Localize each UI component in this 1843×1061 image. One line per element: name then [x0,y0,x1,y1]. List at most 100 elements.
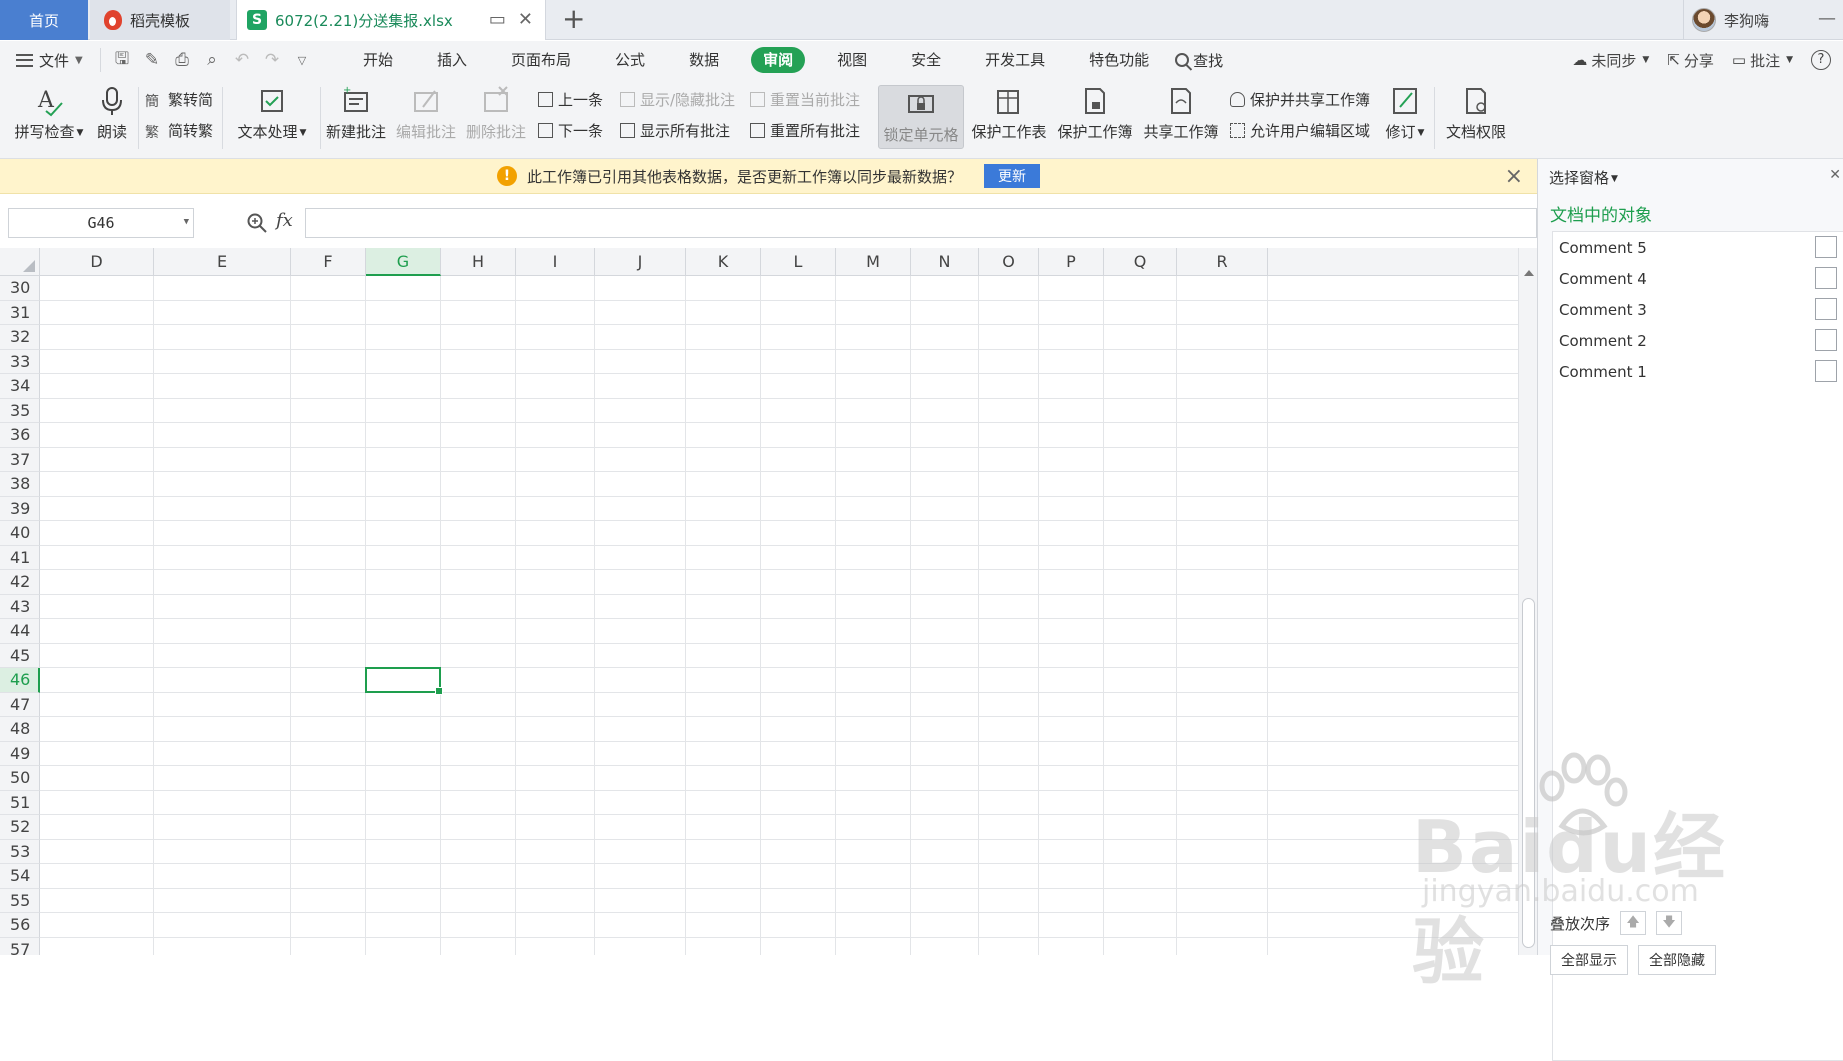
bring-forward-icon[interactable]: 🡅 [1620,911,1647,935]
active-cell[interactable] [365,667,443,694]
visibility-checkbox[interactable] [1815,360,1837,382]
tab-data[interactable]: 数据 [667,47,741,73]
reset-current-comment-button[interactable]: 重置当前批注 [750,89,860,110]
new-comment-button[interactable]: + 新建批注 [326,79,386,142]
row-header-37[interactable]: 37 [0,447,40,472]
column-header-p[interactable]: P [1039,248,1104,276]
row-header-54[interactable]: 54 [0,864,40,889]
column-header-q[interactable]: Q [1104,248,1177,276]
list-item[interactable]: Comment 2 [1553,325,1843,356]
send-backward-icon[interactable]: 🡇 [1656,911,1683,935]
spell-check-button[interactable]: A 拼写检查 ▼ [10,79,88,142]
allow-edit-ranges-button[interactable]: 允许用户编辑区域 [1230,120,1370,141]
row-header-55[interactable]: 55 [0,888,40,913]
simp-to-trad-button[interactable]: 繁简转繁 [145,120,213,141]
row-header-43[interactable]: 43 [0,594,40,619]
column-header-n[interactable]: N [911,248,979,276]
visibility-checkbox[interactable] [1815,298,1837,320]
read-aloud-button[interactable]: 朗读 [92,79,132,142]
undo-icon[interactable]: ↶ [233,50,251,70]
tab-developer[interactable]: 开发工具 [963,47,1067,73]
row-header-52[interactable]: 52 [0,815,40,840]
file-menu[interactable]: 文件 ▼ [0,50,100,71]
row-header-50[interactable]: 50 [0,766,40,791]
row-header-36[interactable]: 36 [0,423,40,448]
document-rights-button[interactable]: 文档权限 [1442,79,1510,142]
print-icon[interactable]: ⎙ [173,50,191,70]
row-header-41[interactable]: 41 [0,545,40,570]
pane-close-icon[interactable]: ✕ [1829,167,1841,183]
column-header-m[interactable]: M [836,248,911,276]
edit-comment-button[interactable]: 编辑批注 [396,79,456,142]
tab-page-layout[interactable]: 页面布局 [489,47,593,73]
lock-cell-button[interactable]: 锁定单元格 [878,85,964,149]
minimize-icon[interactable]: — [1818,8,1836,29]
tab-template[interactable]: 稻壳模板 [90,0,230,40]
update-button[interactable]: 更新 [984,164,1040,188]
row-header-56[interactable]: 56 [0,913,40,938]
column-header-h[interactable]: H [441,248,516,276]
tab-formulas[interactable]: 公式 [593,47,667,73]
row-header-39[interactable]: 39 [0,496,40,521]
vertical-scrollbar[interactable] [1518,248,1537,955]
show-all-comments-button[interactable]: 显示所有批注 [620,120,730,141]
protect-and-share-button[interactable]: 保护并共享工作簿 [1230,89,1370,110]
column-header-d[interactable]: D [40,248,154,276]
close-tab-icon[interactable]: ✕ [518,10,533,30]
visibility-checkbox[interactable] [1815,267,1837,289]
spreadsheet-grid[interactable]: DEFGHIJKLMNOPQR 30 31 32 33 34 35 36 37 38 39 40 41… [0,248,1537,955]
toggle-comment-button[interactable]: 显示/隐藏批注 [620,89,735,110]
row-header-44[interactable]: 44 [0,619,40,644]
column-header-o[interactable]: O [979,248,1039,276]
prev-comment-button[interactable]: 上一条 [538,89,603,110]
column-header-g[interactable]: G [366,248,441,276]
help-icon[interactable]: ? [1811,50,1831,70]
share-workbook-button[interactable]: 共享工作簿 [1140,79,1222,142]
scroll-up-icon[interactable] [1524,270,1534,276]
formula-input[interactable] [305,208,1537,238]
name-box[interactable]: G46 ▼ [8,208,194,238]
row-header-42[interactable]: 42 [0,570,40,595]
monitor-icon[interactable]: ▭ [489,10,506,30]
text-processing-button[interactable]: 文本处理 ▼ [232,79,312,142]
tab-insert[interactable]: 插入 [415,47,489,73]
row-header-35[interactable]: 35 [0,398,40,423]
reset-all-comments-button[interactable]: 重置所有批注 [750,120,860,141]
trad-to-simp-button[interactable]: 簡繁转简 [145,89,213,110]
protect-sheet-button[interactable]: 保护工作表 [968,79,1050,142]
row-header-31[interactable]: 31 [0,300,40,325]
list-item[interactable]: Comment 3 [1553,294,1843,325]
share-button[interactable]: ⇱ 分享 [1667,50,1714,71]
search-button[interactable]: 查找 [1175,50,1223,71]
tab-security[interactable]: 安全 [889,47,963,73]
row-header-46[interactable]: 46 [0,668,40,693]
scrollbar-thumb[interactable] [1522,598,1535,948]
row-header-51[interactable]: 51 [0,790,40,815]
hide-all-button[interactable]: 全部隐藏 [1638,945,1716,975]
user-account[interactable]: 李狗嗨 [1683,0,1769,40]
column-header-j[interactable]: J [595,248,686,276]
column-header-i[interactable]: I [516,248,595,276]
pane-title[interactable]: 选择窗格 ▼ [1549,167,1618,188]
row-header-33[interactable]: 33 [0,349,40,374]
visibility-checkbox[interactable] [1815,329,1837,351]
tab-document[interactable]: S 6072(2.21)分送集报.xlsx ▭ ✕ [236,0,546,40]
close-icon[interactable]: × [1505,164,1523,189]
row-header-40[interactable]: 40 [0,521,40,546]
function-icon[interactable]: fx [276,210,293,231]
row-header-53[interactable]: 53 [0,839,40,864]
row-header-30[interactable]: 30 [0,276,40,301]
format-painter-icon[interactable]: ✎ [143,50,161,70]
tab-review[interactable]: 审阅 [751,47,806,73]
list-item[interactable]: Comment 5 [1553,232,1843,263]
column-header-k[interactable]: K [686,248,761,276]
row-header-34[interactable]: 34 [0,374,40,399]
row-header-38[interactable]: 38 [0,472,40,497]
list-item[interactable]: Comment 1 [1553,356,1843,387]
tab-view[interactable]: 视图 [815,47,889,73]
tab-special-features[interactable]: 特色功能 [1067,47,1171,73]
tab-home[interactable]: 首页 [0,0,88,40]
column-header-l[interactable]: L [761,248,836,276]
list-item[interactable]: Comment 4 [1553,263,1843,294]
print-preview-icon[interactable]: ⌕ [203,50,221,70]
